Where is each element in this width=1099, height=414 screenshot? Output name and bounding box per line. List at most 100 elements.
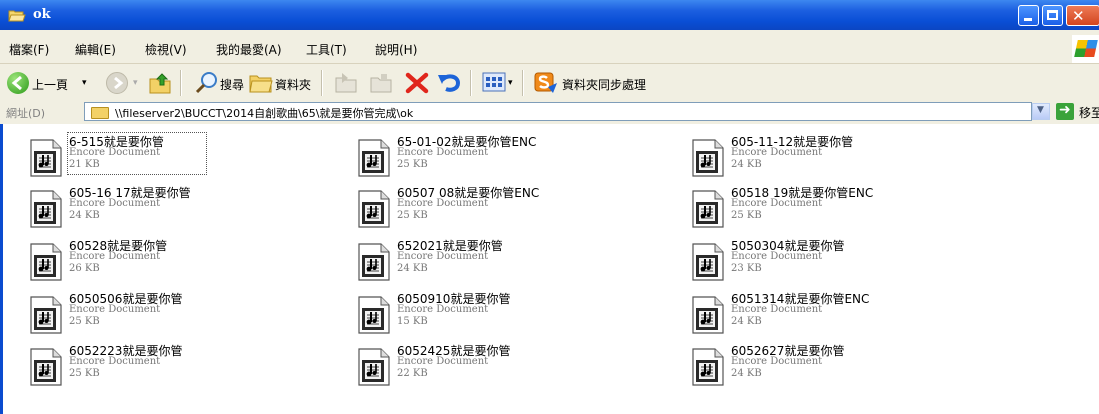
- file-type: Encore Document: [731, 198, 823, 209]
- folder-up-icon[interactable]: [148, 71, 174, 95]
- file-item[interactable]: 5050304就是要你管 Encore Document 23 KB: [691, 237, 991, 287]
- file-type: Encore Document: [731, 304, 823, 315]
- forward-arrow-icon[interactable]: [106, 72, 128, 94]
- maximize-icon: [1047, 10, 1058, 20]
- file-type: Encore Document: [69, 198, 161, 209]
- encore-document-icon: [358, 190, 390, 228]
- undo-icon[interactable]: [437, 72, 461, 94]
- file-type: Encore Document: [397, 251, 489, 262]
- move-to-icon[interactable]: [334, 72, 360, 94]
- file-item[interactable]: 6052425就是要你管 Encore Document 22 KB: [357, 342, 657, 392]
- search-button[interactable]: 搜尋: [220, 76, 244, 93]
- views-dropdown-icon[interactable]: ▾: [508, 78, 513, 88]
- file-item[interactable]: 605-16 17就是要你管 Encore Document 24 KB: [29, 184, 329, 234]
- file-type: Encore Document: [69, 304, 161, 315]
- back-dropdown-icon[interactable]: ▾: [82, 78, 87, 88]
- window-title: ok: [33, 7, 51, 22]
- encore-document-icon: [692, 139, 724, 177]
- file-size: 25 KB: [397, 159, 428, 170]
- encore-document-icon: [358, 139, 390, 177]
- encore-document-icon: [30, 296, 62, 334]
- file-item[interactable]: 65-01-02就是要你管ENC Encore Document 25 KB: [357, 133, 657, 183]
- file-size: 25 KB: [69, 316, 100, 327]
- file-size: 15 KB: [397, 316, 428, 327]
- menu-favorites[interactable]: 我的最愛(A): [216, 41, 282, 58]
- toolbar-separator: [321, 70, 323, 96]
- file-size: 26 KB: [69, 263, 100, 274]
- title-bar[interactable]: ok ✕: [0, 0, 1099, 30]
- toolbar-separator: [522, 70, 524, 96]
- maximize-button[interactable]: [1042, 5, 1063, 26]
- encore-document-icon: [30, 190, 62, 228]
- file-size: 23 KB: [731, 263, 762, 274]
- file-type: Encore Document: [731, 147, 823, 158]
- search-icon[interactable]: [195, 71, 219, 95]
- file-item[interactable]: 6050910就是要你管 Encore Document 15 KB: [357, 290, 657, 340]
- toolbar-separator: [470, 70, 472, 96]
- toolbar-separator: [180, 70, 182, 96]
- delete-icon[interactable]: [405, 72, 429, 94]
- address-dropdown-button[interactable]: ▼: [1032, 103, 1050, 120]
- menu-edit[interactable]: 編輯(E): [75, 41, 116, 58]
- file-item[interactable]: 605-11-12就是要你管 Encore Document 24 KB: [691, 133, 991, 183]
- file-item[interactable]: 60528就是要你管 Encore Document 26 KB: [29, 237, 329, 287]
- file-item[interactable]: 6052627就是要你管 Encore Document 24 KB: [691, 342, 991, 392]
- folders-icon[interactable]: [249, 72, 273, 94]
- folder-open-icon: [8, 10, 26, 22]
- encore-document-icon: [692, 243, 724, 281]
- encore-document-icon: [358, 348, 390, 386]
- folder-sync-button[interactable]: 資料夾同步處理: [562, 76, 646, 93]
- close-icon: ✕: [1072, 7, 1085, 25]
- chevron-down-icon: ▼: [1037, 105, 1044, 115]
- menu-tools[interactable]: 工具(T): [306, 41, 347, 58]
- file-size: 24 KB: [397, 263, 428, 274]
- address-path: \\fileserver2\BUCCT\2014自創歌曲\65\就是要你管完成\…: [115, 107, 414, 120]
- forward-dropdown-icon[interactable]: ▾: [133, 78, 138, 88]
- menu-file[interactable]: 檔案(F): [9, 41, 49, 58]
- back-button[interactable]: 上一頁: [32, 76, 68, 93]
- file-item[interactable]: 60507 08就是要你管ENC Encore Document 25 KB: [357, 184, 657, 234]
- minimize-icon: [1024, 18, 1032, 21]
- file-type: Encore Document: [397, 304, 489, 315]
- file-item[interactable]: 6-515就是要你管 Encore Document 21 KB: [29, 132, 329, 183]
- encore-document-icon: [358, 296, 390, 334]
- close-button[interactable]: ✕: [1066, 5, 1099, 26]
- menu-help[interactable]: 說明(H): [375, 41, 417, 58]
- file-item[interactable]: 6051314就是要你管ENC Encore Document 24 KB: [691, 290, 991, 340]
- back-arrow-icon[interactable]: [7, 72, 29, 94]
- file-type: Encore Document: [69, 147, 161, 158]
- file-size: 21 KB: [69, 159, 100, 170]
- encore-document-icon: [692, 190, 724, 228]
- file-item[interactable]: 652021就是要你管 Encore Document 24 KB: [357, 237, 657, 287]
- minimize-button[interactable]: [1018, 5, 1039, 26]
- menu-view[interactable]: 檢視(V): [145, 41, 187, 58]
- file-type: Encore Document: [397, 198, 489, 209]
- copy-to-icon[interactable]: [369, 72, 395, 94]
- encore-document-icon: [30, 243, 62, 281]
- file-size: 24 KB: [731, 159, 762, 170]
- file-item[interactable]: 60518 19就是要你管ENC Encore Document 25 KB: [691, 184, 991, 234]
- folder-sync-icon[interactable]: [533, 71, 559, 95]
- address-input[interactable]: \\fileserver2\BUCCT\2014自創歌曲\65\就是要你管完成\…: [84, 102, 1032, 121]
- file-size: 22 KB: [397, 368, 428, 379]
- file-size: 25 KB: [69, 368, 100, 379]
- menu-bar: 檔案(F) 編輯(E) 檢視(V) 我的最愛(A) 工具(T) 說明(H): [0, 30, 1099, 64]
- encore-document-icon: [692, 348, 724, 386]
- folder-icon: [91, 107, 109, 119]
- views-icon[interactable]: [482, 72, 506, 92]
- go-arrow-icon[interactable]: ➜: [1056, 102, 1074, 120]
- windows-logo-icon: [1072, 35, 1099, 63]
- file-type: Encore Document: [731, 356, 823, 367]
- toolbar: 上一頁 ▾ ▾ 搜尋 資料夾 ▾ 資料夾同步處理: [0, 64, 1099, 102]
- go-button[interactable]: 移至: [1079, 104, 1099, 121]
- address-label: 網址(D): [6, 107, 46, 120]
- file-size: 24 KB: [731, 368, 762, 379]
- file-size: 24 KB: [731, 316, 762, 327]
- file-list[interactable]: 6-515就是要你管 Encore Document 21 KB 65-01-02就…: [3, 124, 1099, 414]
- encore-document-icon: [692, 296, 724, 334]
- file-item[interactable]: 6050506就是要你管 Encore Document 25 KB: [29, 290, 329, 340]
- file-item[interactable]: 6052223就是要你管 Encore Document 25 KB: [29, 342, 329, 392]
- address-bar: 網址(D) \\fileserver2\BUCCT\2014自創歌曲\65\就是…: [0, 101, 1099, 125]
- folders-button[interactable]: 資料夾: [275, 76, 311, 93]
- file-size: 24 KB: [69, 210, 100, 221]
